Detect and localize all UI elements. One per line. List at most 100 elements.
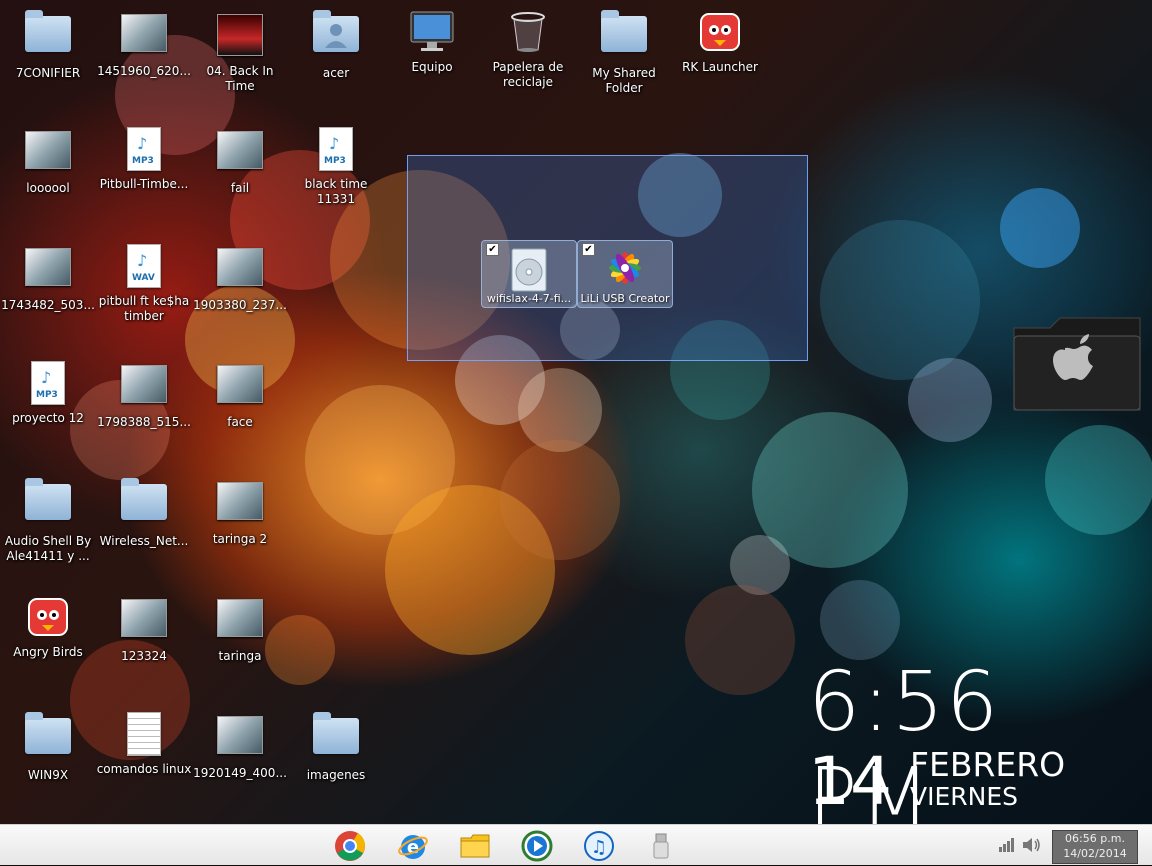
icon-label: taringa: [218, 649, 262, 663]
desktop-icon[interactable]: 1920149_400...: [192, 712, 288, 781]
image-thumbnail-icon: [217, 599, 263, 637]
desktop-icon[interactable]: face: [192, 361, 288, 430]
icon-image: ♪ MP3: [25, 361, 71, 405]
mp3-file-icon: ♪ MP3: [31, 361, 65, 405]
icon-label: Equipo: [411, 60, 453, 74]
icon-image: ♪ MP3: [121, 127, 167, 171]
lili-flower-icon: [609, 252, 641, 284]
bokeh-circle: [1000, 188, 1080, 268]
checkbox-icon[interactable]: ✔: [486, 243, 499, 256]
tray-clock[interactable]: 06:56 p.m. 14/02/2014: [1052, 830, 1138, 864]
desktop-icon[interactable]: ♪ MP3 proyecto 12: [0, 361, 96, 426]
desktop-icon[interactable]: 1743482_503...: [0, 244, 96, 313]
icon-image: [217, 482, 263, 526]
desktop-icon[interactable]: Wireless_Net...: [96, 478, 192, 549]
desktop-icon[interactable]: taringa: [192, 595, 288, 664]
icon-image: [25, 595, 71, 639]
checkbox-icon[interactable]: ✔: [582, 243, 595, 256]
icon-label: imagenes: [306, 768, 366, 782]
desktop-icon[interactable]: fail: [192, 127, 288, 196]
desktop-icon-lili[interactable]: ✔ LiLi USB Creator: [577, 240, 673, 308]
bokeh-circle: [685, 585, 795, 695]
usb-icon[interactable]: [645, 830, 677, 862]
icon-label: RK Launcher: [682, 60, 758, 74]
icon-label: 1451960_620...: [97, 64, 191, 78]
desktop-icon[interactable]: Angry Birds: [0, 595, 96, 660]
desktop-icon[interactable]: 7CONIFIER: [0, 10, 96, 81]
desktop-icon[interactable]: ♪ MP3 Pitbull-Timbe...: [96, 127, 192, 192]
bokeh-circle: [500, 440, 620, 560]
icon-label: fail: [230, 181, 250, 195]
bokeh-circle: [820, 580, 900, 660]
ie-icon[interactable]: e: [397, 830, 429, 862]
icon-label: loooool: [26, 181, 70, 195]
desktop-icon[interactable]: 1798388_515...: [96, 361, 192, 430]
desktop-icon[interactable]: imagenes: [288, 712, 384, 783]
desktop-icon[interactable]: 123324: [96, 595, 192, 664]
desktop-icon[interactable]: ♪ MP3 black time 11331: [288, 127, 384, 207]
mp3-file-icon: ♪ MP3: [127, 127, 161, 171]
app-icon: [28, 598, 68, 636]
tray-time: 06:56 p.m.: [1065, 832, 1125, 845]
icon-image: [217, 716, 263, 760]
desktop-icon[interactable]: 1903380_237...: [192, 244, 288, 313]
desktop-icon[interactable]: My Shared Folder: [576, 10, 672, 96]
disc-image-icon: [511, 248, 547, 292]
desktop-icon[interactable]: 1451960_620...: [96, 10, 192, 79]
desktop-icon[interactable]: Audio Shell By Ale41411 y ...: [0, 478, 96, 564]
icon-label: 1743482_503...: [1, 298, 95, 312]
user-folder-icon: [313, 10, 359, 52]
chrome-icon[interactable]: [334, 830, 366, 862]
volume-icon[interactable]: [1022, 837, 1042, 857]
icon-image: ♪ WAV: [121, 244, 167, 288]
desktop-icon[interactable]: ♪ WAV pitbull ft ke$ha timber: [96, 244, 192, 324]
icon-label: 04. Back In Time: [206, 64, 274, 93]
icon-label: Wireless_Net...: [99, 534, 189, 548]
desktop-icon[interactable]: acer: [288, 10, 384, 81]
image-thumbnail-icon: [25, 131, 71, 169]
itunes-icon[interactable]: ♫: [583, 830, 615, 862]
icon-image: ♪ MP3: [313, 127, 359, 171]
clock-month: FEBRERO: [910, 745, 1066, 784]
folder-icon: [25, 712, 71, 754]
desktop-icon[interactable]: 04. Back In Time: [192, 10, 288, 94]
desktop-icon[interactable]: Equipo: [384, 10, 480, 75]
desktop-icon[interactable]: Papelera de reciclaje: [480, 10, 576, 90]
clock-day: 14: [808, 743, 892, 820]
network-signal-icon[interactable]: [998, 837, 1016, 857]
desktop-icon[interactable]: taringa 2: [192, 478, 288, 547]
icon-label: face: [227, 415, 253, 429]
apple-folder-icon[interactable]: [1010, 314, 1144, 414]
image-thumbnail-icon: [217, 248, 263, 286]
clock-widget: 6:56 PM 14 FEBRERO VIERNES: [808, 655, 1152, 847]
icon-label: pitbull ft ke$ha timber: [98, 294, 190, 323]
icon-image: [25, 248, 71, 292]
icon-label: wifislax-4-7-fi...: [486, 292, 572, 305]
desktop-icon[interactable]: WIN9X: [0, 712, 96, 783]
icon-image: [697, 10, 743, 54]
desktop-icon[interactable]: RK Launcher: [672, 10, 768, 75]
bokeh-circle: [1045, 425, 1152, 535]
folder-icon: [601, 10, 647, 52]
icon-label: My Shared Folder: [592, 66, 656, 95]
icon-image: [505, 10, 551, 54]
icon-label: taringa 2: [212, 532, 268, 546]
image-thumbnail-icon: [25, 248, 71, 286]
icon-image: [217, 365, 263, 409]
icon-label: Audio Shell By Ale41411 y ...: [4, 534, 92, 563]
icon-image: [25, 478, 71, 528]
icon-image: [217, 131, 263, 175]
recycle-bin-icon: [511, 12, 545, 52]
media-player-icon[interactable]: [521, 830, 553, 862]
desktop-icon[interactable]: loooool: [0, 127, 96, 196]
image-thumbnail-icon: [217, 365, 263, 403]
folder-icon[interactable]: [459, 830, 491, 862]
desktop-icon-wifislax[interactable]: ✔ wifislax-4-7-fi...: [481, 240, 577, 308]
image-thumbnail-icon: [217, 482, 263, 520]
icon-label: 7CONIFIER: [15, 66, 81, 80]
icon-label: proyecto 12: [12, 411, 84, 425]
desktop-icon[interactable]: comandos linux: [96, 712, 192, 777]
icon-label: 1798388_515...: [97, 415, 191, 429]
icon-label: acer: [322, 66, 350, 80]
icon-label: comandos linux: [96, 762, 192, 776]
